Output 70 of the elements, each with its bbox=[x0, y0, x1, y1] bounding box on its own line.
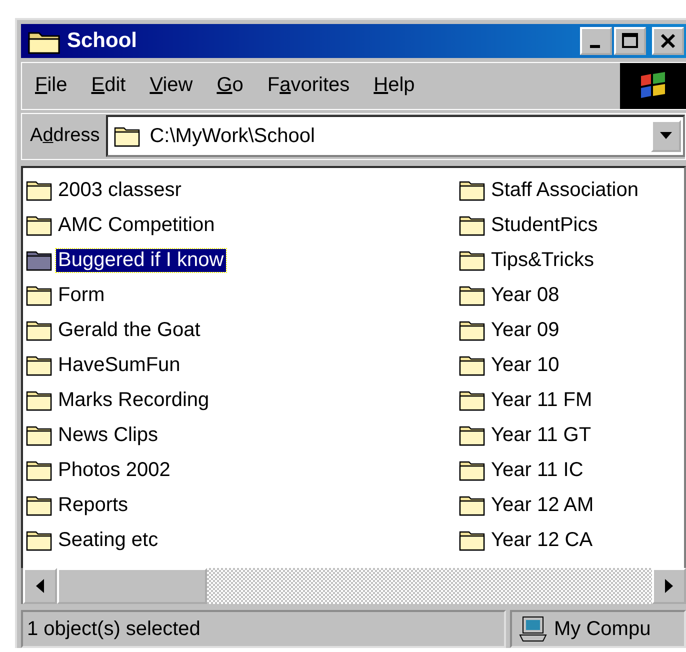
folder-item[interactable]: Year 12 AM bbox=[459, 491, 679, 520]
folder-item[interactable]: Year 09 bbox=[459, 316, 679, 344]
address-field[interactable]: C:\MyWork\School bbox=[106, 115, 685, 158]
folder-icon bbox=[26, 529, 52, 552]
menu-item[interactable]: Edit bbox=[82, 72, 135, 100]
folder-icon bbox=[459, 354, 485, 376]
folder-icon bbox=[26, 214, 52, 236]
dropdown-button[interactable] bbox=[651, 120, 681, 152]
address-label: Address bbox=[30, 125, 100, 148]
folder-item[interactable]: AMC Competition bbox=[26, 211, 459, 240]
computer-icon bbox=[518, 615, 548, 644]
folder-item[interactable]: Year 11 FM bbox=[459, 386, 679, 414]
folder-icon bbox=[26, 179, 52, 202]
folder-item[interactable]: Year 08 bbox=[459, 281, 679, 310]
folder-item[interactable]: News Clips bbox=[26, 421, 459, 450]
menu-item[interactable]: View bbox=[140, 72, 202, 100]
folder-item[interactable]: Year 10 bbox=[459, 351, 679, 380]
folder-icon bbox=[459, 459, 485, 482]
left-arrow-icon bbox=[36, 579, 44, 594]
folder-icon bbox=[459, 494, 485, 516]
folder-item[interactable]: Gerald the Goat bbox=[26, 316, 459, 344]
folder-icon bbox=[26, 459, 52, 482]
folder-item[interactable]: Tips&Tricks bbox=[459, 246, 679, 274]
folder-icon bbox=[459, 529, 485, 552]
folder-item[interactable]: Staff Association bbox=[459, 176, 679, 204]
folder-icon bbox=[26, 249, 52, 272]
minimize-button[interactable] bbox=[580, 26, 612, 55]
folder-icon bbox=[459, 424, 485, 446]
folder-item[interactable]: Form bbox=[26, 281, 459, 310]
menu-item[interactable]: Go bbox=[208, 72, 252, 100]
window-title: School bbox=[67, 28, 138, 53]
folder-item[interactable]: Reports bbox=[26, 491, 459, 520]
folder-item[interactable]: Photos 2002 bbox=[26, 456, 459, 484]
scroll-thumb[interactable] bbox=[57, 568, 207, 604]
maximize-button[interactable] bbox=[614, 26, 646, 55]
folder-icon bbox=[26, 424, 52, 446]
folder-icon bbox=[26, 354, 52, 376]
folder-item[interactable]: 2003 classesr bbox=[26, 176, 459, 204]
folder-icon bbox=[459, 249, 485, 272]
folder-item[interactable]: Seating etc bbox=[26, 526, 459, 554]
menu-item[interactable]: Help bbox=[364, 72, 424, 100]
folder-icon bbox=[459, 284, 485, 306]
close-button[interactable] bbox=[652, 26, 684, 55]
folder-item[interactable]: Year 12 CA bbox=[459, 526, 679, 554]
menu-item[interactable]: Favorites bbox=[258, 72, 359, 100]
folder-icon bbox=[26, 494, 52, 516]
folder-icon bbox=[459, 389, 485, 412]
folder-icon bbox=[459, 179, 485, 202]
folder-item[interactable]: Marks Recording bbox=[26, 386, 459, 414]
folder-item[interactable]: Year 11 IC bbox=[459, 456, 679, 484]
maximize-icon bbox=[620, 30, 640, 51]
scroll-right-button[interactable] bbox=[652, 568, 686, 604]
folder-icon bbox=[114, 125, 140, 148]
folder-icon bbox=[26, 284, 52, 306]
right-arrow-icon bbox=[665, 579, 673, 594]
folder-icon bbox=[459, 319, 485, 342]
folder-icon bbox=[459, 214, 485, 236]
folder-item[interactable]: StudentPics bbox=[459, 211, 679, 240]
status-message: 1 object(s) selected bbox=[21, 610, 506, 648]
folder-item[interactable]: Year 11 GT bbox=[459, 421, 679, 450]
menu-item[interactable]: File bbox=[26, 72, 76, 100]
folder-icon bbox=[26, 319, 52, 342]
status-zone: My Compu bbox=[510, 610, 686, 648]
folder-item[interactable]: HaveSumFun bbox=[26, 351, 459, 380]
folder-icon bbox=[26, 389, 52, 412]
horizontal-scrollbar[interactable] bbox=[21, 568, 686, 604]
folder-item[interactable]: Buggered if I know bbox=[26, 246, 459, 274]
minimize-icon bbox=[590, 45, 600, 48]
caret-icon bbox=[660, 132, 672, 140]
scroll-left-button[interactable] bbox=[23, 568, 57, 604]
